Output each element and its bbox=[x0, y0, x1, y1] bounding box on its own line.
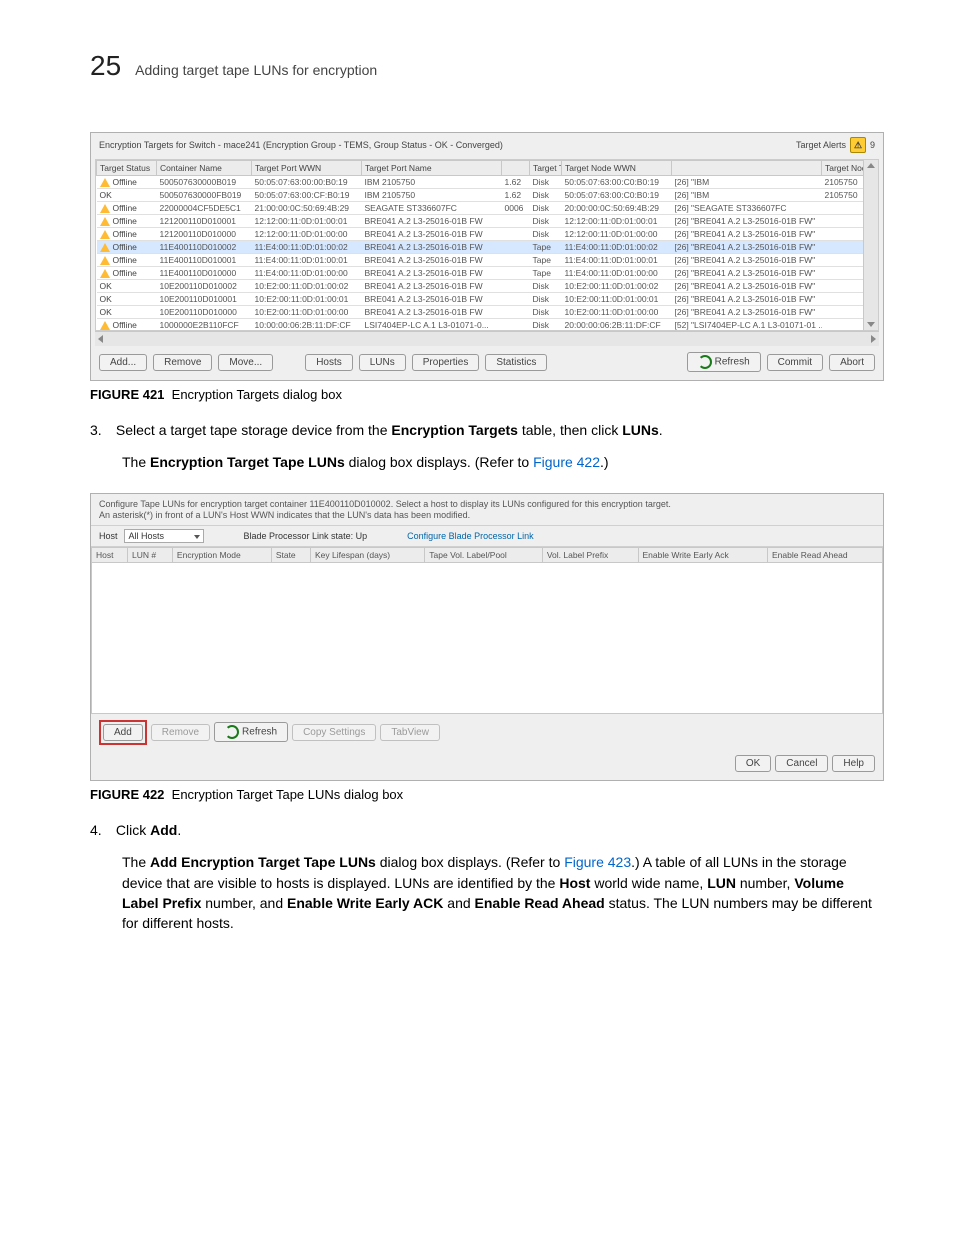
figure-422-link[interactable]: Figure 422 bbox=[533, 454, 600, 470]
figure-421-header: Encryption Targets for Switch - mace241 … bbox=[99, 140, 503, 150]
hosts-button[interactable]: Hosts bbox=[305, 354, 353, 371]
table-header[interactable]: Host bbox=[92, 547, 128, 562]
table-row[interactable]: Offline11E400110D01000211:E4:00:11:0D:01… bbox=[97, 241, 880, 254]
warning-icon bbox=[100, 178, 110, 187]
figure-421-caption: FIGURE 421 Encryption Targets dialog box bbox=[90, 387, 884, 402]
encryption-targets-table-wrap: Target StatusContainer NameTarget Port W… bbox=[95, 159, 879, 331]
cancel-button[interactable]: Cancel bbox=[775, 755, 828, 772]
table-row[interactable]: Offline121200110D01000012:12:00:11:0D:01… bbox=[97, 228, 880, 241]
ok-button[interactable]: OK bbox=[735, 755, 771, 772]
figure-421-button-row: Add... Remove Move... Hosts LUNs Propert… bbox=[91, 346, 883, 380]
table-header[interactable]: Tape Vol. Label/Pool bbox=[425, 547, 543, 562]
page-header-title: Adding target tape LUNs for encryption bbox=[135, 62, 377, 78]
table-header[interactable] bbox=[502, 161, 530, 176]
abort-button[interactable]: Abort bbox=[829, 354, 875, 371]
warning-icon bbox=[100, 230, 110, 239]
warning-icon bbox=[100, 243, 110, 252]
table-row[interactable]: OK500507630000FB01950:05:07:63:00:CF:B0:… bbox=[97, 189, 880, 202]
add-button[interactable]: Add... bbox=[99, 354, 147, 371]
help-button[interactable]: Help bbox=[832, 755, 875, 772]
statistics-button[interactable]: Statistics bbox=[485, 354, 547, 371]
step-4: 4. Click Add. bbox=[90, 820, 884, 840]
figure-423-link[interactable]: Figure 423 bbox=[564, 854, 631, 870]
configure-bp-link[interactable]: Configure Blade Processor Link bbox=[407, 531, 534, 541]
warning-icon bbox=[100, 321, 110, 330]
table-row[interactable]: Offline11E400110D01000011:E4:00:11:0D:01… bbox=[97, 267, 880, 280]
page-number: 25 bbox=[90, 50, 121, 82]
table-header[interactable]: Container Name bbox=[157, 161, 252, 176]
table-header[interactable]: LUN # bbox=[127, 547, 172, 562]
figure-422-description: Configure Tape LUNs for encryption targe… bbox=[91, 494, 883, 525]
host-selector[interactable]: Host All Hosts bbox=[99, 529, 204, 543]
luns-remove-button[interactable]: Remove bbox=[151, 724, 210, 741]
remove-button[interactable]: Remove bbox=[153, 354, 212, 371]
luns-copy-button[interactable]: Copy Settings bbox=[292, 724, 376, 741]
vertical-scrollbar[interactable] bbox=[863, 160, 878, 330]
warning-icon bbox=[100, 256, 110, 265]
table-header[interactable]: Target Port WWN bbox=[252, 161, 362, 176]
step-3: 3. Select a target tape storage device f… bbox=[90, 420, 884, 440]
commit-button[interactable]: Commit bbox=[767, 354, 823, 371]
table-row[interactable]: Offline1000000E2B110FCF10:00:00:06:2B:11… bbox=[97, 319, 880, 332]
refresh-icon bbox=[225, 725, 239, 739]
properties-button[interactable]: Properties bbox=[412, 354, 480, 371]
encryption-targets-table[interactable]: Target StatusContainer NameTarget Port W… bbox=[96, 160, 879, 331]
table-header[interactable] bbox=[672, 161, 822, 176]
table-row[interactable]: OK10E200110D01000110:E2:00:11:0D:01:00:0… bbox=[97, 293, 880, 306]
table-row[interactable]: Offline500507630000B01950:05:07:63:00:00… bbox=[97, 176, 880, 189]
horizontal-scrollbar[interactable] bbox=[95, 331, 879, 346]
table-row[interactable]: Offline121200110D01000112:12:00:11:0D:01… bbox=[97, 215, 880, 228]
host-dropdown[interactable]: All Hosts bbox=[124, 529, 204, 543]
luns-refresh-button[interactable]: Refresh bbox=[214, 722, 288, 742]
blade-processor-state: Blade Processor Link state: Up bbox=[244, 531, 368, 541]
add-button-highlight: Add bbox=[99, 720, 147, 745]
table-header[interactable]: State bbox=[271, 547, 310, 562]
luns-button[interactable]: LUNs bbox=[359, 354, 406, 371]
step-3-line2: The Encryption Target Tape LUNs dialog b… bbox=[122, 452, 884, 472]
alert-icon[interactable]: ⚠ bbox=[850, 137, 866, 153]
figure-422-panel: Configure Tape LUNs for encryption targe… bbox=[90, 493, 884, 781]
alert-count: 9 bbox=[870, 140, 875, 150]
table-header[interactable]: Target Status bbox=[97, 161, 157, 176]
table-header[interactable]: Enable Read Ahead bbox=[767, 547, 882, 562]
luns-table-body-empty bbox=[91, 563, 883, 714]
step-4-paragraph: The Add Encryption Target Tape LUNs dial… bbox=[122, 852, 884, 933]
luns-add-button[interactable]: Add bbox=[103, 724, 143, 741]
page-header: 25 Adding target tape LUNs for encryptio… bbox=[90, 50, 884, 82]
table-header[interactable]: Encryption Mode bbox=[172, 547, 271, 562]
figure-421-panel: Encryption Targets for Switch - mace241 … bbox=[90, 132, 884, 381]
table-header[interactable]: Target Type bbox=[530, 161, 562, 176]
table-row[interactable]: OK10E200110D01000010:E2:00:11:0D:01:00:0… bbox=[97, 306, 880, 319]
target-alerts-label: Target Alerts bbox=[796, 140, 846, 150]
table-header[interactable]: Key Lifespan (days) bbox=[311, 547, 425, 562]
table-header[interactable]: Target Node WWN bbox=[562, 161, 672, 176]
refresh-icon bbox=[698, 355, 712, 369]
luns-tabview-button[interactable]: TabView bbox=[380, 724, 440, 741]
table-row[interactable]: Offline22000004CF5DE5C121:00:00:0C:50:69… bbox=[97, 202, 880, 215]
warning-icon bbox=[100, 217, 110, 226]
warning-icon bbox=[100, 269, 110, 278]
figure-422-caption: FIGURE 422 Encryption Target Tape LUNs d… bbox=[90, 787, 884, 802]
table-header[interactable]: Enable Write Early Ack bbox=[638, 547, 767, 562]
warning-icon bbox=[100, 204, 110, 213]
luns-table[interactable]: HostLUN #Encryption ModeStateKey Lifespa… bbox=[91, 547, 883, 563]
table-row[interactable]: Offline11E400110D01000111:E4:00:11:0D:01… bbox=[97, 254, 880, 267]
table-row[interactable]: OK10E200110D01000210:E2:00:11:0D:01:00:0… bbox=[97, 280, 880, 293]
move-button[interactable]: Move... bbox=[218, 354, 273, 371]
table-header[interactable]: Target Port Name bbox=[362, 161, 502, 176]
table-header[interactable]: Vol. Label Prefix bbox=[542, 547, 638, 562]
refresh-button[interactable]: Refresh bbox=[687, 352, 761, 372]
